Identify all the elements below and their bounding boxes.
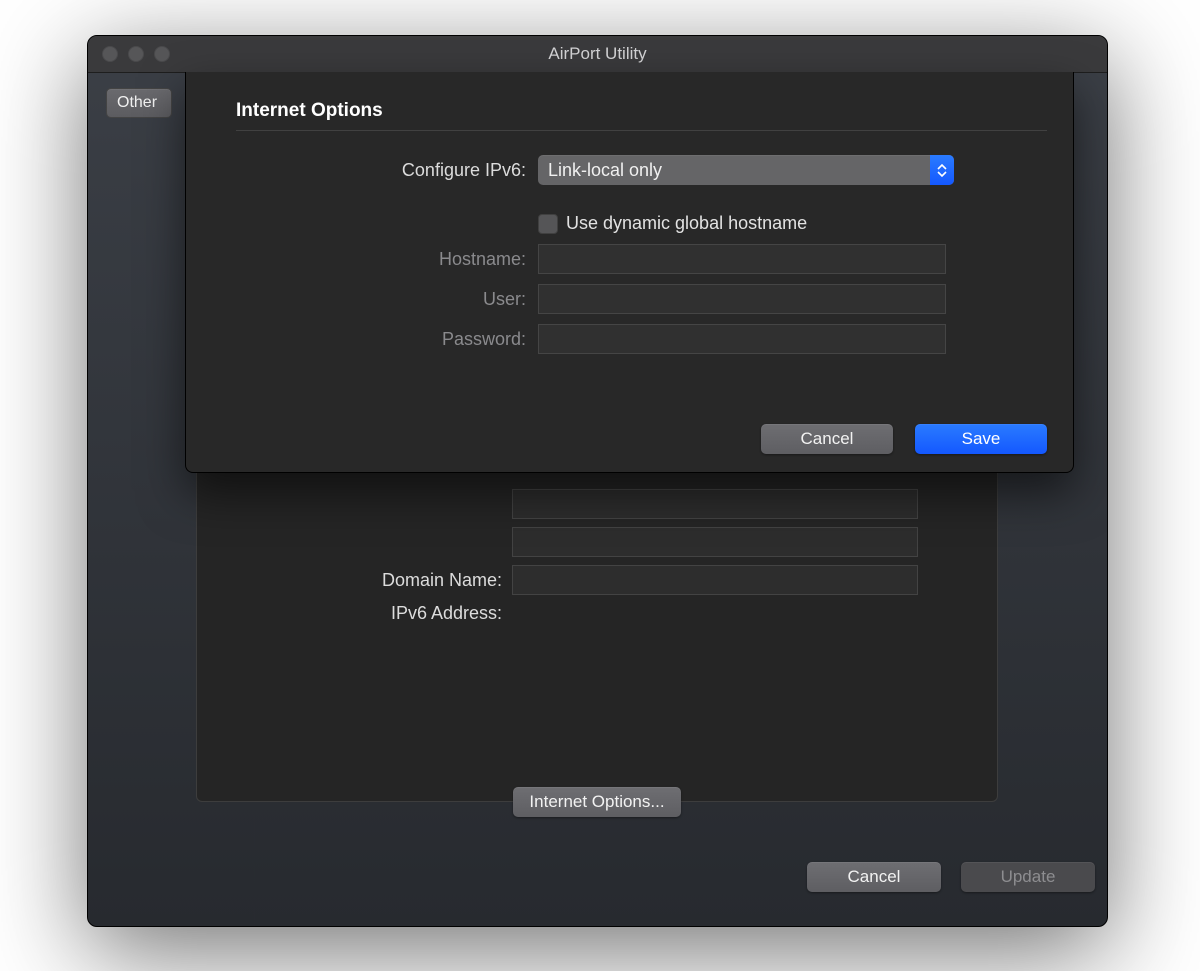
domain-name-label: Domain Name: xyxy=(197,570,512,591)
configure-ipv6-value: Link-local only xyxy=(548,160,662,181)
main-form: Domain Name: IPv6 Address: xyxy=(197,489,997,632)
ipv6-address-row: IPv6 Address: xyxy=(197,603,997,624)
divider xyxy=(236,130,1047,131)
password-row: Password: xyxy=(236,324,1047,354)
hostname-label: Hostname: xyxy=(236,249,538,270)
chevron-down-icon xyxy=(937,171,947,177)
dynamic-hostname-checkbox[interactable] xyxy=(538,214,558,234)
dynamic-hostname-row: Use dynamic global hostname xyxy=(236,213,1047,234)
password-field[interactable] xyxy=(538,324,946,354)
configure-ipv6-popup[interactable]: Link-local only xyxy=(538,155,954,185)
text-field[interactable] xyxy=(512,489,918,519)
sheet-title: Internet Options xyxy=(236,100,1047,122)
internet-options-button-label: Internet Options... xyxy=(529,792,664,812)
text-field[interactable] xyxy=(512,527,918,557)
ipv6-address-label: IPv6 Address: xyxy=(197,603,512,624)
cancel-button[interactable]: Cancel xyxy=(807,862,941,892)
sheet-cancel-button[interactable]: Cancel xyxy=(761,424,893,454)
dynamic-hostname-label: Use dynamic global hostname xyxy=(566,213,807,234)
domain-name-row: Domain Name: xyxy=(197,565,997,595)
chevron-up-icon xyxy=(937,164,947,170)
update-button[interactable]: Update xyxy=(961,862,1095,892)
sheet-buttons: Cancel Save xyxy=(761,424,1047,454)
other-button-label: Other xyxy=(117,94,157,112)
zoom-window-icon[interactable] xyxy=(154,46,170,62)
airport-utility-window: AirPort Utility Other Domain Name: xyxy=(87,35,1108,927)
popup-stepper-icon xyxy=(930,155,954,185)
window-title: AirPort Utility xyxy=(88,44,1107,64)
user-field[interactable] xyxy=(538,284,946,314)
titlebar: AirPort Utility xyxy=(88,36,1107,73)
sheet-save-label: Save xyxy=(962,429,1001,449)
minimize-window-icon[interactable] xyxy=(128,46,144,62)
password-label: Password: xyxy=(236,329,538,350)
cancel-button-label: Cancel xyxy=(848,867,901,887)
internet-options-button[interactable]: Internet Options... xyxy=(513,787,680,817)
other-wifi-devices-button[interactable]: Other xyxy=(106,88,172,118)
update-button-label: Update xyxy=(1001,867,1056,887)
domain-name-field[interactable] xyxy=(512,565,918,595)
user-row: User: xyxy=(236,284,1047,314)
sheet-save-button[interactable]: Save xyxy=(915,424,1047,454)
hostname-row: Hostname: xyxy=(236,244,1047,274)
form-row xyxy=(197,489,997,519)
traffic-lights xyxy=(102,46,170,62)
internet-options-sheet: Internet Options Configure IPv6: Link-lo… xyxy=(185,72,1074,473)
sheet-cancel-label: Cancel xyxy=(801,429,854,449)
close-window-icon[interactable] xyxy=(102,46,118,62)
bottom-buttons: Cancel Update xyxy=(185,862,1095,892)
user-label: User: xyxy=(236,289,538,310)
form-row xyxy=(197,527,997,557)
hostname-field[interactable] xyxy=(538,244,946,274)
configure-ipv6-row: Configure IPv6: Link-local only xyxy=(236,155,1047,185)
configure-ipv6-label: Configure IPv6: xyxy=(236,160,538,181)
